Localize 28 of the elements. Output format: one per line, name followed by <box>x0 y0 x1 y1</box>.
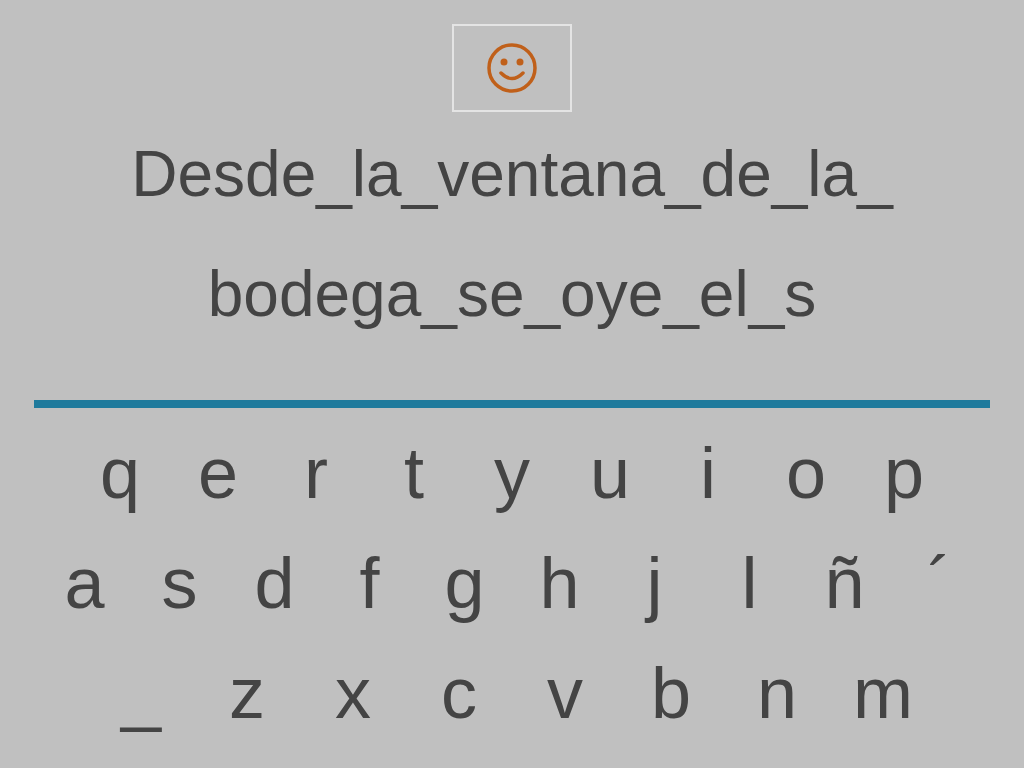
letter-key[interactable]: o <box>757 432 855 514</box>
letter-key[interactable]: s <box>132 542 227 624</box>
letter-key[interactable]: n <box>724 652 830 734</box>
letter-key[interactable]: t <box>365 432 463 514</box>
letter-key[interactable]: x <box>300 652 406 734</box>
letter-key[interactable]: ñ <box>797 542 892 624</box>
letter-key[interactable]: r <box>267 432 365 514</box>
letter-key[interactable]: b <box>618 652 724 734</box>
letter-key[interactable]: e <box>169 432 267 514</box>
letter-key[interactable]: z <box>194 652 300 734</box>
letter-key[interactable]: a <box>37 542 132 624</box>
smiley-icon <box>486 42 538 94</box>
letter-key[interactable]: p <box>855 432 953 514</box>
letter-key[interactable]: f <box>322 542 417 624</box>
letter-key[interactable]: q <box>71 432 169 514</box>
letter-key[interactable]: i <box>659 432 757 514</box>
letter-key[interactable]: y <box>463 432 561 514</box>
letter-key[interactable]: u <box>561 432 659 514</box>
letter-key[interactable]: l <box>702 542 797 624</box>
letter-key[interactable]: c <box>406 652 512 734</box>
letter-key[interactable]: ´ <box>892 542 987 624</box>
letter-key[interactable]: _ <box>88 652 194 734</box>
letter-key[interactable]: j <box>607 542 702 624</box>
letter-key[interactable]: d <box>227 542 322 624</box>
letter-key[interactable]: v <box>512 652 618 734</box>
letter-key[interactable]: m <box>830 652 936 734</box>
letter-key[interactable]: g <box>417 542 512 624</box>
letter-key[interactable]: h <box>512 542 607 624</box>
